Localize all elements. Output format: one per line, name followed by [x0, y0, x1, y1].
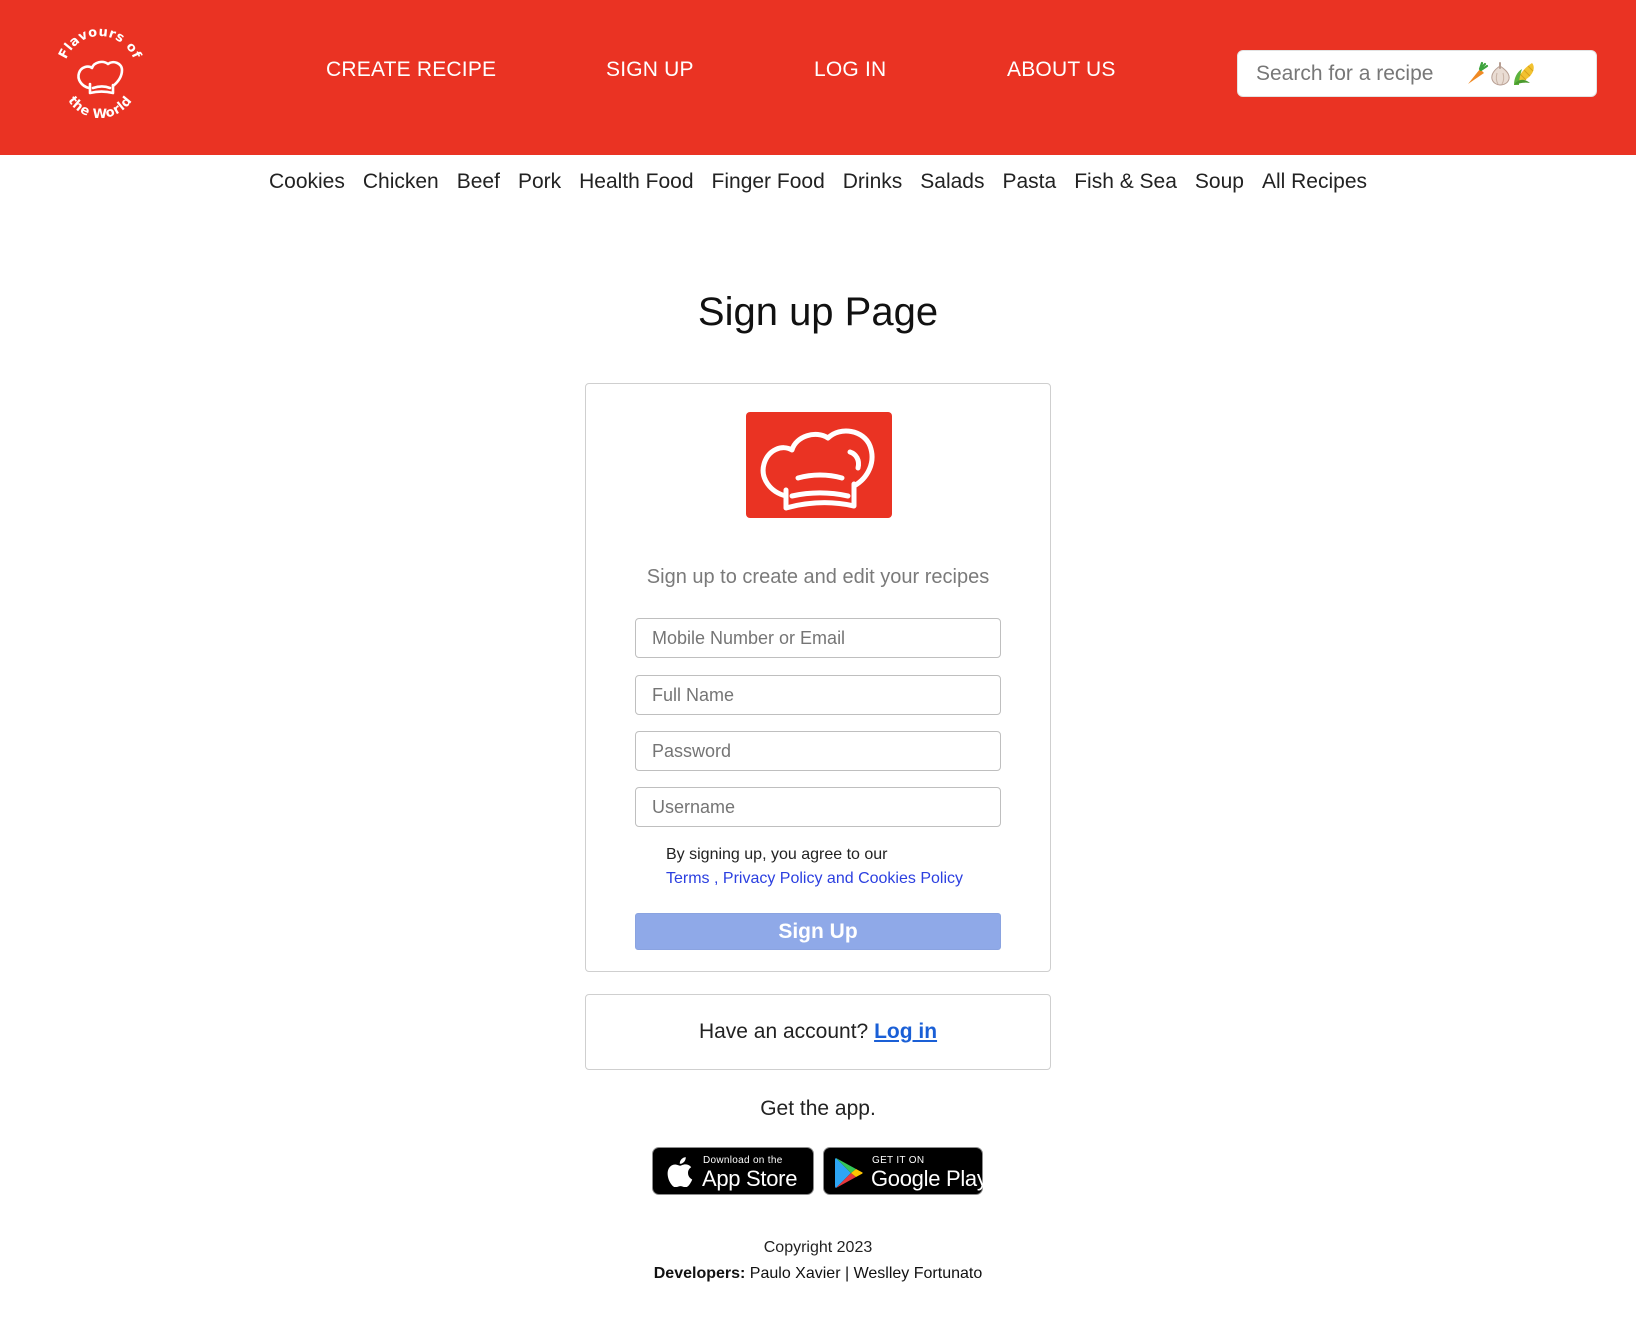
developers-label: Developers: — [653, 1265, 746, 1282]
fullname-field[interactable] — [635, 675, 1001, 715]
nav-log-in[interactable]: LOG IN — [814, 58, 886, 82]
nav-sign-up[interactable]: SIGN UP — [606, 58, 694, 82]
category-bar: Cookies Chicken Beef Pork Health Food Finger … — [0, 170, 1636, 194]
svg-text:the World: the World — [65, 93, 136, 122]
log-in-link[interactable]: Log in — [874, 1020, 937, 1043]
login-card: Have an account? Log in — [585, 994, 1051, 1070]
app-store-big-text: App Store — [702, 1166, 798, 1191]
search-box — [1237, 50, 1597, 97]
category-link-all-recipes[interactable]: All Recipes — [1262, 170, 1367, 194]
nav-about-us[interactable]: ABOUT US — [1007, 58, 1116, 82]
signup-card: Sign up to create and edit your recipes … — [585, 383, 1051, 972]
copyright-text: Copyright 2023 — [763, 1239, 873, 1256]
category-link-cookies[interactable]: Cookies — [269, 170, 345, 194]
category-link-salads[interactable]: Salads — [920, 170, 984, 194]
category-link-health-food[interactable]: Health Food — [579, 170, 693, 194]
chef-hat-icon — [77, 60, 124, 95]
corn-icon — [1514, 63, 1534, 85]
category-link-beef[interactable]: Beef — [457, 170, 500, 194]
developers-credit: Developers: Paulo Xavier | Weslley Fortu… — [0, 1265, 1636, 1283]
chef-hat-icon — [760, 428, 875, 511]
category-link-drinks[interactable]: Drinks — [843, 170, 903, 194]
google-play-big-text: Google Play — [871, 1166, 988, 1191]
site-logo[interactable]: Flavours of the World — [50, 22, 150, 122]
login-prompt: Have an account? — [698, 1020, 869, 1043]
username-field[interactable] — [635, 787, 1001, 827]
google-play-small-text: GET IT ON — [872, 1155, 925, 1166]
terms-links: Terms , Privacy Policy and Cookies Polic… — [666, 870, 963, 888]
app-store-badge[interactable]: Download on the App Store — [652, 1147, 814, 1195]
site-logo-graphic: Flavours of the World — [56, 25, 144, 122]
category-link-finger-food[interactable]: Finger Food — [712, 170, 825, 194]
login-prompt-row: Have an account? Log in — [586, 1020, 1050, 1044]
svg-text:Flavours of: Flavours of — [56, 25, 144, 62]
get-app-heading: Get the app. — [760, 1097, 876, 1120]
developer-name: Weslley Fortunato — [853, 1265, 983, 1282]
category-link-pasta[interactable]: Pasta — [1003, 170, 1057, 194]
card-logo — [746, 412, 892, 518]
page-title: Sign up Page — [697, 290, 939, 334]
category-link-soup[interactable]: Soup — [1195, 170, 1244, 194]
apple-icon — [667, 1157, 693, 1187]
carrot-icon — [1468, 61, 1489, 84]
signup-subtitle: Sign up to create and edit your recipes — [646, 566, 990, 588]
terms-link[interactable]: Terms , — [666, 870, 718, 887]
nav-create-recipe[interactable]: CREATE RECIPE — [326, 58, 496, 82]
category-link-fish-sea[interactable]: Fish & Sea — [1074, 170, 1177, 194]
app-store-small-text: Download on the — [703, 1155, 783, 1166]
privacy-policy-link[interactable]: Privacy Policy and Cookies Policy — [723, 870, 963, 887]
terms-intro: By signing up, you agree to our — [666, 846, 888, 863]
category-link-chicken[interactable]: Chicken — [363, 170, 439, 194]
google-play-badge[interactable]: GET IT ON Google Play — [823, 1147, 988, 1195]
developer-separator: | — [844, 1265, 850, 1282]
contact-field[interactable] — [635, 618, 1001, 658]
google-play-icon — [835, 1158, 863, 1188]
category-link-pork[interactable]: Pork — [518, 170, 561, 194]
top-header: Flavours of the World CREATE RECIPE SIGN… — [0, 0, 1636, 155]
sign-up-button[interactable]: Sign Up — [635, 913, 1001, 950]
developer-name: Paulo Xavier — [749, 1265, 841, 1282]
garlic-icon — [1491, 62, 1510, 86]
search-input[interactable] — [1238, 51, 1468, 96]
vegetable-icons — [1468, 61, 1534, 86]
password-field[interactable] — [635, 731, 1001, 771]
